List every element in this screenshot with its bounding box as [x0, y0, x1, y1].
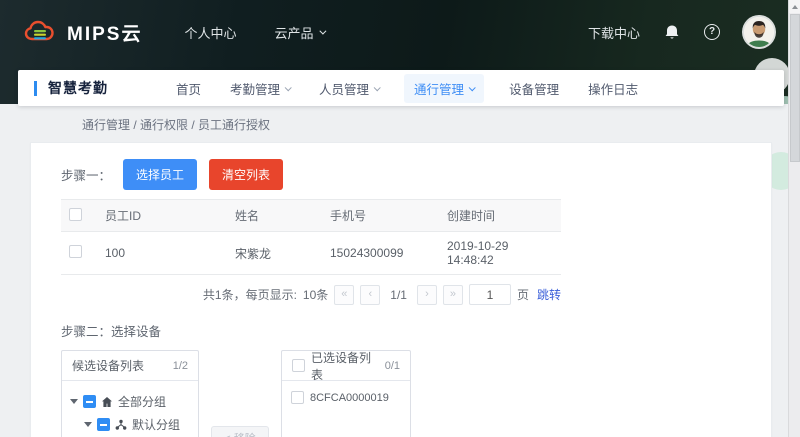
cloud-logo-icon — [24, 20, 58, 44]
selected-panel-count: 0/1 — [385, 360, 400, 372]
col-create-time: 创建时间 — [439, 200, 561, 232]
first-page-button[interactable]: « — [334, 285, 354, 305]
bell-icon[interactable] — [664, 24, 680, 41]
selected-panel-title: 已选设备列表 — [311, 349, 379, 383]
brand-logo[interactable]: MIPS云 — [24, 19, 142, 46]
breadcrumb: 通行管理 / 通行权限 / 员工通行授权 — [82, 116, 270, 133]
tab-label: 设备管理 — [509, 79, 559, 98]
top-menu-cloud-products[interactable]: 云产品 — [274, 23, 324, 42]
tab-label: 考勤管理 — [230, 79, 280, 98]
selected-panel-header: 已选设备列表 0/1 — [282, 351, 410, 381]
cell-create-time: 2019-10-29 14:48:42 — [439, 232, 561, 275]
table-row: 100 宋紫龙 15024300099 2019-10-29 14:48:42 — [61, 232, 561, 275]
selected-device-panel: 已选设备列表 0/1 8CFCA0000019 — [281, 350, 411, 437]
cell-phone: 15024300099 — [322, 232, 439, 275]
tab-label: 首页 — [176, 79, 201, 98]
chevron-down-icon — [469, 84, 476, 91]
app-title: 智慧考勤 — [48, 78, 108, 98]
chevron-down-icon — [320, 27, 327, 34]
pagination: 共1条，每页显示: 10条 « ‹ 1/1 › » 页 跳转 — [61, 284, 561, 305]
tab-home[interactable]: 首页 — [172, 74, 205, 103]
step2-label: 步骤二：选择设备 — [61, 321, 741, 340]
col-phone: 手机号 — [322, 200, 439, 232]
candidate-panel-title: 候选设备列表 — [72, 357, 144, 374]
page-number-input[interactable] — [469, 284, 511, 305]
tab-access-mgmt[interactable]: 通行管理 — [404, 74, 484, 103]
tree-collapse-icon[interactable] — [84, 422, 92, 427]
tab-personnel-mgmt[interactable]: 人员管理 — [315, 74, 383, 103]
tree-node-all-groups[interactable]: 全部分组 — [66, 390, 194, 413]
page-indicator: 1/1 — [390, 288, 407, 302]
tree-collapse-icon[interactable] — [70, 399, 78, 404]
selected-device-label: 8CFCA0000019 — [310, 392, 389, 404]
col-name: 姓名 — [227, 200, 322, 232]
step1-label: 步骤一： — [61, 165, 111, 184]
tab-label: 操作日志 — [588, 79, 638, 98]
page-suffix-label: 页 — [517, 286, 529, 303]
scrollbar-up-arrow-icon[interactable] — [789, 0, 800, 13]
selected-device-item[interactable]: 8CFCA0000019 — [282, 381, 410, 404]
pagination-total-text: 共1条，每页显示: — [203, 286, 297, 303]
scrollbar-thumb[interactable] — [790, 14, 800, 162]
tree-node-default-group[interactable]: 默认分组 — [66, 413, 194, 436]
page-scrollbar[interactable] — [788, 0, 800, 437]
page: MIPS云 个人中心 云产品 下载中心 ? — [0, 0, 800, 437]
tree-node-label: 全部分组 — [118, 393, 166, 410]
last-page-button[interactable]: » — [443, 285, 463, 305]
candidate-device-panel: 候选设备列表 1/2 全部分组 — [61, 350, 199, 437]
help-icon[interactable]: ? — [704, 24, 720, 40]
selected-select-all-checkbox[interactable] — [292, 359, 305, 372]
top-menu-label: 云产品 — [274, 23, 313, 42]
next-page-button[interactable]: › — [417, 285, 437, 305]
clear-list-button[interactable]: 清空列表 — [209, 159, 283, 190]
top-menu-personal-center[interactable]: 个人中心 — [184, 23, 236, 42]
candidate-panel-header: 候选设备列表 1/2 — [62, 351, 198, 381]
transfer-buttons: < 移除 添加 > — [199, 350, 281, 437]
topbar-right: 下载中心 ? — [588, 17, 774, 47]
top-menu-label: 个人中心 — [184, 23, 236, 42]
brand-name: MIPS云 — [67, 19, 142, 46]
prev-page-button[interactable]: ‹ — [360, 285, 380, 305]
group-icon — [115, 419, 127, 431]
avatar[interactable] — [744, 17, 774, 47]
tree-checkbox-indeterminate[interactable] — [83, 395, 96, 408]
top-menu: 个人中心 云产品 — [184, 23, 324, 42]
cell-employee-id: 100 — [97, 232, 227, 275]
remove-device-button[interactable]: < 移除 — [211, 426, 269, 437]
chevron-down-icon — [374, 84, 381, 91]
select-all-checkbox[interactable] — [69, 208, 82, 221]
device-tree: 全部分组 默认分组 — [62, 381, 198, 437]
select-employee-button[interactable]: 选择员工 — [123, 159, 197, 190]
title-accent-bar — [34, 81, 37, 96]
tab-operation-log[interactable]: 操作日志 — [584, 74, 642, 103]
device-transfer: 候选设备列表 1/2 全部分组 — [61, 350, 741, 437]
content-card: 步骤一： 选择员工 清空列表 员工ID 姓名 手机号 创建时间 100 宋紫龙 — [30, 142, 772, 437]
chevron-down-icon — [285, 84, 292, 91]
table-header-row: 员工ID 姓名 手机号 创建时间 — [61, 200, 561, 232]
tab-label: 通行管理 — [414, 79, 464, 98]
row-checkbox[interactable] — [69, 245, 82, 258]
app-nav-bar: 智慧考勤 首页 考勤管理 人员管理 通行管理 设备管理 操作日志 — [18, 70, 784, 106]
candidate-panel-count: 1/2 — [173, 360, 188, 372]
cell-name: 宋紫龙 — [227, 232, 322, 275]
tree-checkbox-indeterminate[interactable] — [97, 418, 110, 431]
tree-node-label: 默认分组 — [132, 416, 180, 433]
page-size-select[interactable]: 10条 — [303, 286, 328, 303]
step1-header: 步骤一： 选择员工 清空列表 — [61, 159, 741, 190]
col-employee-id: 员工ID — [97, 200, 227, 232]
tab-device-mgmt[interactable]: 设备管理 — [505, 74, 563, 103]
employee-table: 员工ID 姓名 手机号 创建时间 100 宋紫龙 15024300099 201… — [61, 199, 561, 275]
download-center-link[interactable]: 下载中心 — [588, 23, 640, 42]
app-menu: 首页 考勤管理 人员管理 通行管理 设备管理 操作日志 — [172, 74, 642, 103]
tab-label: 人员管理 — [319, 79, 369, 98]
jump-link[interactable]: 跳转 — [537, 286, 561, 303]
tab-attendance-mgmt[interactable]: 考勤管理 — [226, 74, 294, 103]
item-checkbox-unchecked[interactable] — [291, 391, 304, 404]
home-icon — [101, 396, 113, 408]
